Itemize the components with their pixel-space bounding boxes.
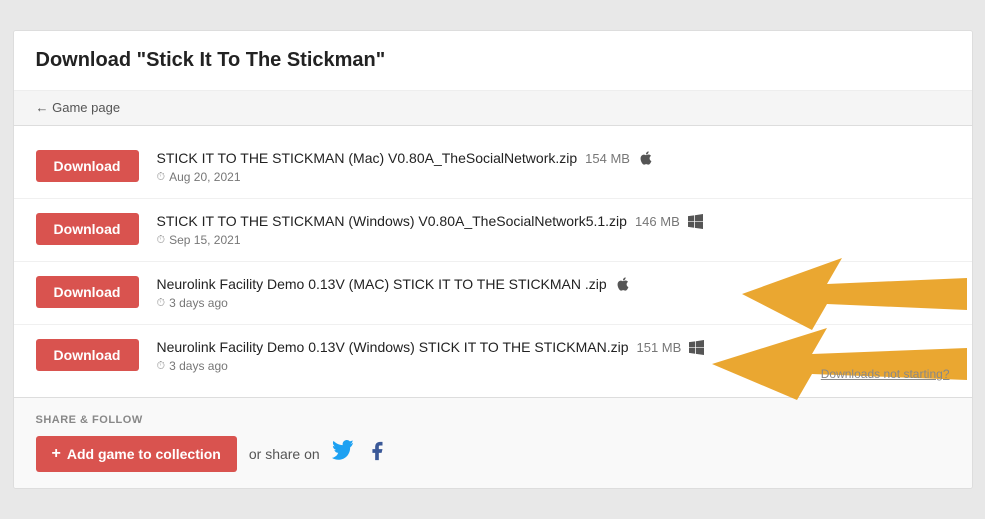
file-name: STICK IT TO THE STICKMAN (Mac) V0.80A_Th… bbox=[157, 150, 950, 166]
file-name: Neurolink Facility Demo 0.13V (Windows) … bbox=[157, 339, 950, 355]
windows-icon bbox=[689, 340, 704, 355]
clock-icon: ⏱ bbox=[157, 171, 166, 184]
download-row: Download Neurolink Facility Demo 0.13V (… bbox=[14, 262, 972, 325]
share-section: SHARE & FOLLOW + Add game to collection … bbox=[14, 397, 972, 488]
page-title-bar: Download "Stick It To The Stickman" bbox=[14, 31, 972, 91]
download-button[interactable]: Download bbox=[36, 339, 139, 371]
download-button[interactable]: Download bbox=[36, 276, 139, 308]
add-game-to-collection-button[interactable]: + Add game to collection bbox=[36, 436, 237, 472]
file-info: Neurolink Facility Demo 0.13V (MAC) STIC… bbox=[157, 276, 950, 310]
download-row: Download STICK IT TO THE STICKMAN (Mac) … bbox=[14, 136, 972, 199]
back-link[interactable]: ← Game page bbox=[36, 100, 121, 115]
file-size: 146 MB bbox=[635, 214, 680, 229]
file-info: STICK IT TO THE STICKMAN (Mac) V0.80A_Th… bbox=[157, 150, 950, 184]
clock-icon: ⏱ bbox=[157, 297, 166, 310]
downloads-not-starting-link[interactable]: Downloads not starting? bbox=[821, 367, 950, 381]
share-label: SHARE & FOLLOW bbox=[36, 414, 950, 426]
filename-text: Neurolink Facility Demo 0.13V (MAC) STIC… bbox=[157, 276, 607, 292]
file-name: Neurolink Facility Demo 0.13V (MAC) STIC… bbox=[157, 276, 950, 292]
download-row: Download STICK IT TO THE STICKMAN (Windo… bbox=[14, 199, 972, 262]
date-text: Aug 20, 2021 bbox=[169, 170, 240, 184]
filename-text: Neurolink Facility Demo 0.13V (Windows) … bbox=[157, 339, 629, 355]
file-date: ⏱ Aug 20, 2021 bbox=[157, 170, 950, 184]
apple-icon bbox=[638, 150, 654, 166]
file-name: STICK IT TO THE STICKMAN (Windows) V0.80… bbox=[157, 213, 950, 229]
clock-icon: ⏱ bbox=[157, 360, 166, 373]
apple-icon bbox=[615, 276, 631, 292]
date-text: 3 days ago bbox=[169, 296, 228, 310]
nav-bar: ← Game page bbox=[14, 91, 972, 126]
or-share-text: or share on bbox=[249, 446, 320, 462]
file-size: 154 MB bbox=[585, 151, 630, 166]
date-text: Sep 15, 2021 bbox=[169, 233, 240, 247]
download-button[interactable]: Download bbox=[36, 213, 139, 245]
windows-icon bbox=[688, 214, 703, 229]
filename-text: STICK IT TO THE STICKMAN (Mac) V0.80A_Th… bbox=[157, 150, 578, 166]
file-info: STICK IT TO THE STICKMAN (Windows) V0.80… bbox=[157, 213, 950, 247]
share-actions: + Add game to collection or share on bbox=[36, 436, 950, 472]
file-size: 151 MB bbox=[636, 340, 681, 355]
file-date: ⏱ 3 days ago bbox=[157, 296, 950, 310]
title-prefix: Download bbox=[36, 49, 137, 71]
facebook-share-icon[interactable] bbox=[366, 440, 388, 468]
page-title: Download "Stick It To The Stickman" bbox=[36, 49, 950, 72]
file-date: ⏱ Sep 15, 2021 bbox=[157, 233, 950, 247]
main-container: Download "Stick It To The Stickman" ← Ga… bbox=[13, 30, 973, 489]
date-text: 3 days ago bbox=[169, 359, 228, 373]
twitter-share-icon[interactable] bbox=[332, 440, 354, 468]
clock-icon: ⏱ bbox=[157, 234, 166, 247]
plus-icon: + bbox=[52, 445, 61, 463]
filename-text: STICK IT TO THE STICKMAN (Windows) V0.80… bbox=[157, 213, 627, 229]
downloads-wrapper: Download STICK IT TO THE STICKMAN (Mac) … bbox=[14, 126, 972, 397]
add-collection-label: Add game to collection bbox=[67, 446, 221, 462]
title-quoted: "Stick It To The Stickman" bbox=[137, 49, 386, 71]
downloads-section: Download STICK IT TO THE STICKMAN (Mac) … bbox=[14, 126, 972, 397]
download-button[interactable]: Download bbox=[36, 150, 139, 182]
